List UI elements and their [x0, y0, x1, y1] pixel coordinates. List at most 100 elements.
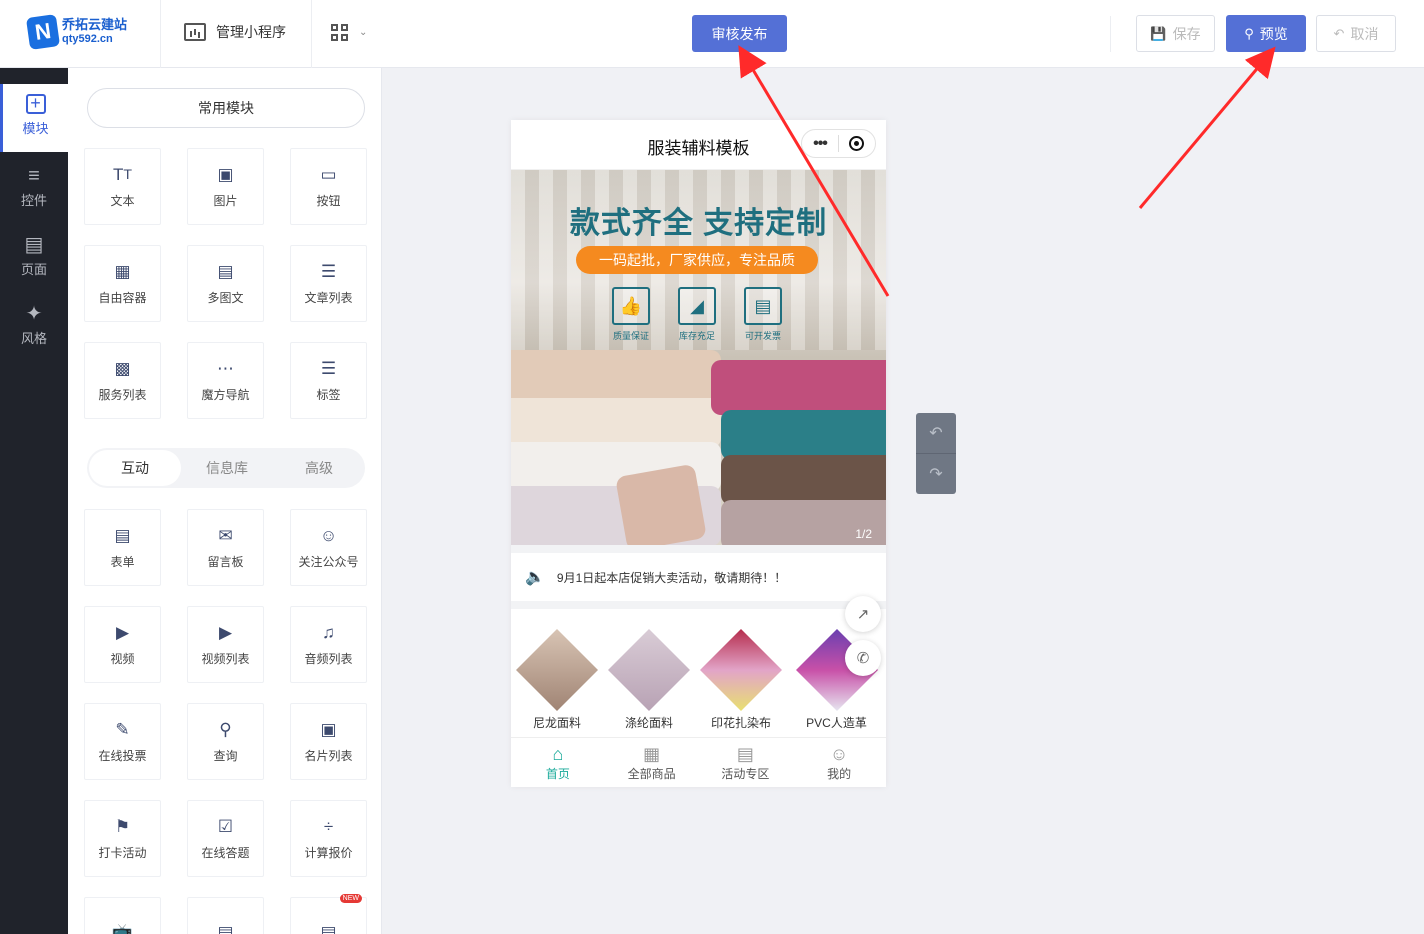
vote-icon: ✎	[115, 720, 130, 739]
preview-label: 预览	[1259, 25, 1288, 42]
close-target-icon[interactable]	[839, 136, 875, 151]
service-icon: ▩	[114, 359, 131, 378]
manage-miniprogram-button[interactable]: 管理小程序	[184, 22, 286, 42]
category-item[interactable]: 尼龙面料	[511, 609, 603, 737]
container-icon: ▦	[114, 262, 131, 281]
tab-promotions[interactable]: ▤ 活动专区	[699, 738, 793, 787]
form-icon: ▤	[114, 526, 131, 545]
slide-indicator: 1/2	[855, 527, 872, 541]
preview-button[interactable]: ⚲ 预览	[1226, 15, 1306, 52]
rail-label: 模块	[22, 121, 49, 136]
widget-message-board[interactable]: ✉ 留言板	[187, 509, 264, 586]
quiz-icon: ☑	[217, 817, 234, 836]
calculator-icon: ÷	[323, 817, 334, 836]
cancel-button[interactable]: ↶ 取消	[1316, 15, 1396, 52]
widget-online-quiz[interactable]: ☑ 在线答题	[187, 800, 264, 877]
text-icon: TT	[112, 165, 133, 184]
image-icon: ▣	[217, 165, 234, 184]
logo[interactable]: N 乔拓云建站 qty592.cn	[25, 14, 128, 50]
banner-tagline: 一码起批，厂家供应，专注品质	[576, 246, 818, 274]
widget-query[interactable]: ⚲ 查询	[187, 703, 264, 780]
left-rail: + 模块 ≡ 控件 ▤ 页面 ✦ 风格	[0, 68, 68, 934]
widget-online-vote[interactable]: ✎ 在线投票	[84, 703, 161, 780]
thumbs-up-icon: 👍	[612, 287, 650, 325]
rail-item-style[interactable]: ✦ 风格	[0, 292, 68, 360]
cancel-label: 取消	[1350, 25, 1379, 42]
tag-lines-icon: ☰	[320, 359, 337, 378]
save-button[interactable]: 💾 保存	[1136, 15, 1215, 52]
widget-image[interactable]: ▣ 图片	[187, 148, 264, 225]
widget-multi-image-text[interactable]: ▤ 多图文	[187, 245, 264, 322]
widget-panel: 常用模块 T T 文本 ▣ 图片 ▭ 按钮 ▦ 自由容器 ▤ 多图文 ☰ 文章列表 ▩ 服务列表…	[68, 68, 382, 934]
widget-button[interactable]: ▭ 按钮	[290, 148, 367, 225]
widget-audio-list[interactable]: ♫ 音频列表	[290, 606, 367, 683]
feature-stock: ◢ 库存充足	[667, 287, 727, 342]
widget-checkin[interactable]: ⚑ 打卡活动	[84, 800, 161, 877]
rail-label: 页面	[20, 262, 47, 277]
widget-calc-quote[interactable]: ÷ 计算报价	[290, 800, 367, 877]
list-icon: ☰	[320, 262, 337, 281]
more-icon[interactable]: •••	[802, 135, 838, 153]
widget-service-list[interactable]: ▩ 服务列表	[84, 342, 161, 419]
history-controls: ↶ ↷	[916, 413, 956, 494]
box-icon: ◢	[678, 287, 716, 325]
miniprogram-capsule[interactable]: •••	[801, 129, 876, 158]
notice-text: 9月1日起本店促销大卖活动，敬请期待！！	[556, 570, 787, 585]
widget-video[interactable]: ▶ 视频	[84, 606, 161, 683]
widget-form[interactable]: ▤ 表单	[84, 509, 161, 586]
qrcode-icon[interactable]	[331, 24, 348, 41]
chevron-down-icon[interactable]: ⌄	[359, 27, 367, 38]
button-icon: ▭	[320, 165, 337, 184]
widget-tag[interactable]: ☰ 标签	[290, 342, 367, 419]
logo-mark-icon: N	[25, 14, 61, 50]
save-label: 保存	[1172, 25, 1201, 42]
category-image	[607, 628, 691, 712]
top-bar: N 乔拓云建站 qty592.cn 管理小程序 ⌄ 审核发布 💾 保存 ⚲ 预览…	[0, 0, 1424, 68]
phone-tab-bar: ⌂ 首页 ▦ 全部商品 ▤ 活动专区 ☺ 我的	[511, 737, 886, 787]
tab-home[interactable]: ⌂ 首页	[511, 738, 605, 787]
banner-carousel[interactable]: 款式齐全 支持定制 一码起批，厂家供应，专注品质 👍 质量保证 ◢ 库存充足 ▤…	[511, 170, 886, 545]
widget-article-list[interactable]: ☰ 文章列表	[290, 245, 367, 322]
widget-document[interactable]: ▤	[187, 897, 264, 934]
share-icon[interactable]: ↗	[845, 596, 881, 632]
tab-mine[interactable]: ☺ 我的	[792, 738, 886, 787]
magic-wand-icon: ✦	[25, 303, 43, 325]
multi-image-icon: ▤	[217, 262, 234, 281]
notice-bar[interactable]: 🔈 9月1日起本店促销大卖活动，敬请期待！！	[511, 553, 886, 601]
publish-review-button[interactable]: 审核发布	[692, 15, 787, 52]
tab-info-library[interactable]: 信息库	[181, 450, 273, 486]
phone-call-icon[interactable]: ✆	[845, 640, 881, 676]
tab-interactive[interactable]: 互动	[89, 450, 181, 486]
tab-all-products[interactable]: ▦ 全部商品	[605, 738, 699, 787]
category-item[interactable]: 涤纶面料	[603, 609, 695, 737]
search-icon: ⚲	[1244, 25, 1254, 41]
rail-item-controls[interactable]: ≡ 控件	[0, 154, 68, 222]
module-category-tabs: 互动 信息库 高级	[87, 448, 365, 488]
edit-doc-icon: ▤	[320, 922, 337, 934]
widget-text[interactable]: T T 文本	[84, 148, 161, 225]
redo-icon[interactable]: ↷	[916, 454, 956, 494]
widget-new-item[interactable]: NEW ▤	[290, 894, 367, 934]
widget-card-list[interactable]: ▣ 名片列表	[290, 703, 367, 780]
video-icon: ▶	[115, 623, 130, 642]
rail-label: 控件	[20, 193, 47, 208]
tab-advanced[interactable]: 高级	[273, 450, 365, 486]
widget-follow-account[interactable]: ☺ 关注公众号	[290, 509, 367, 586]
widget-tv[interactable]: 📺	[84, 897, 161, 934]
category-image	[515, 628, 599, 712]
phone-preview: 服装辅料模板 ••• 款式齐全 支持定制 一码起批，厂家供应，专注品质 👍 质量…	[511, 120, 886, 787]
grid-icon: ▦	[643, 744, 661, 764]
flag-icon: ⚑	[114, 817, 131, 836]
logo-name: 乔拓云建站	[62, 17, 128, 32]
widget-free-container[interactable]: ▦ 自由容器	[84, 245, 161, 322]
id-card-icon: ▣	[320, 720, 337, 739]
category-item[interactable]: 印花扎染布	[695, 609, 787, 737]
rail-item-pages[interactable]: ▤ 页面	[0, 223, 68, 291]
widget-cube-nav[interactable]: ⋯ 魔方导航	[187, 342, 264, 419]
phone-nav-bar: 服装辅料模板 •••	[511, 120, 886, 170]
rail-item-modules[interactable]: + 模块	[0, 84, 68, 152]
category-nav: 尼龙面料 涤纶面料 印花扎染布 PVC人造革	[511, 609, 886, 737]
user-icon: ☺	[829, 744, 849, 764]
widget-video-list[interactable]: ▶ 视频列表	[187, 606, 264, 683]
undo-icon[interactable]: ↶	[916, 413, 956, 453]
